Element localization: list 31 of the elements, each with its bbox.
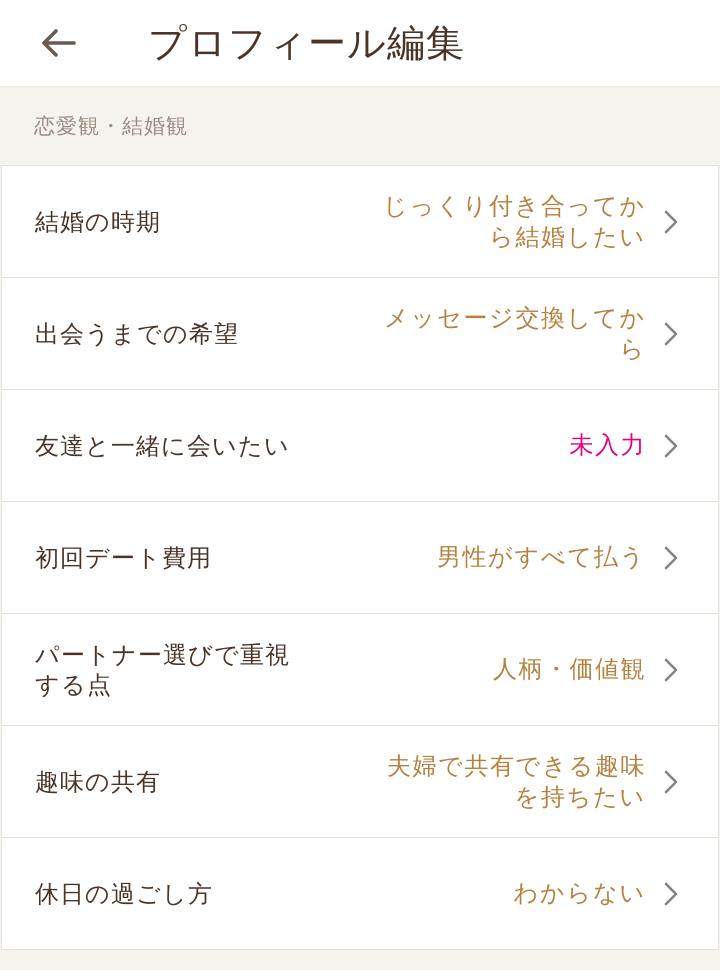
profile-row[interactable]: 趣味の共有 夫婦で共有できる趣味を持ちたい: [2, 726, 718, 838]
field-value: 夫婦で共有できる趣味を持ちたい: [386, 750, 646, 812]
field-value: じっくり付き合ってから結婚したい: [382, 190, 646, 252]
field-value: わからない: [514, 878, 646, 909]
chevron-right-icon: [664, 546, 678, 570]
field-value: 人柄・価値観: [493, 654, 646, 685]
chevron-right-icon: [664, 322, 678, 346]
field-label: 休日の過ごし方: [35, 878, 214, 908]
field-label: 初回デート費用: [35, 542, 213, 572]
profile-row[interactable]: 結婚の時期 じっくり付き合ってから結婚したい: [2, 166, 718, 278]
field-label: パートナー選びで重視する点: [35, 640, 291, 700]
unset-value: 未入力: [570, 430, 646, 461]
field-label: 友達と一緒に会いたい: [35, 430, 291, 460]
page-title: プロフィール編集: [148, 20, 465, 66]
field-label: 趣味の共有: [35, 766, 162, 796]
chevron-right-icon: [664, 770, 678, 794]
profile-row[interactable]: パートナー選びで重視する点 人柄・価値観: [2, 614, 718, 726]
back-arrow-icon[interactable]: [40, 28, 76, 58]
section-title: 恋愛観・結婚観: [34, 113, 188, 140]
profile-row[interactable]: 休日の過ごし方 わからない: [2, 838, 718, 950]
chevron-right-icon: [664, 658, 678, 682]
field-value: メッセージ交換してから: [383, 302, 646, 364]
profile-row[interactable]: 出会うまでの希望 メッセージ交換してから: [2, 278, 718, 390]
field-label: 出会うまでの希望: [35, 318, 240, 348]
chevron-right-icon: [664, 210, 678, 234]
chevron-right-icon: [664, 434, 678, 458]
field-value: 男性がすべて払う: [437, 542, 646, 573]
chevron-right-icon: [664, 882, 678, 906]
field-label: 結婚の時期: [35, 206, 162, 236]
profile-row[interactable]: 友達と一緒に会いたい 未入力: [2, 390, 718, 502]
profile-row[interactable]: 初回デート費用 男性がすべて払う: [2, 502, 718, 614]
